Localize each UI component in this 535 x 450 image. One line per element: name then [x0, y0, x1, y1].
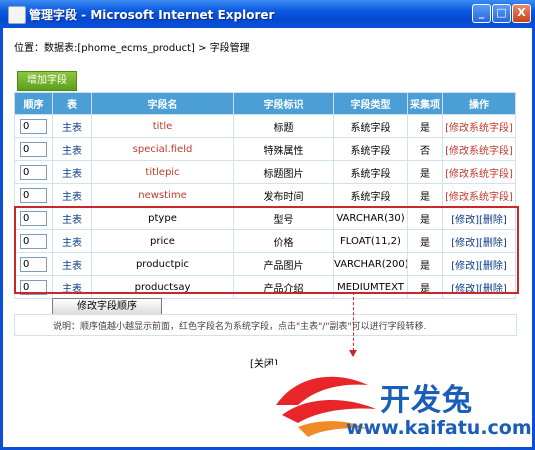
- table-row: 主表 title 标题 系统字段 是 [修改系统字段]: [14, 114, 516, 138]
- table-row: 主表 newstime 发布时间 系统字段 是 [修改系统字段]: [14, 183, 516, 207]
- field-type: VARCHAR(30): [333, 206, 408, 230]
- delete-field-link[interactable]: [删除]: [479, 215, 507, 226]
- title-bar[interactable]: 管理字段 - Microsoft Internet Explorer _ □ X: [0, 0, 535, 28]
- table-link[interactable]: 主表: [62, 261, 82, 272]
- table-row: 主表 special.field 特殊属性 系统字段 否 [修改系统字段]: [14, 137, 516, 161]
- order-input[interactable]: [20, 141, 47, 157]
- edit-system-field-link[interactable]: [修改系统字段]: [445, 146, 513, 157]
- order-input[interactable]: [20, 187, 47, 203]
- note-text: 说明：顺序值越小越显示前面，红色字段名为系统字段，点击"主表"/"副表"可以进行…: [53, 322, 427, 332]
- breadcrumb-table-link[interactable]: 数据表:[phome_ecms_product]: [44, 43, 195, 54]
- header-order: 顺序: [14, 92, 53, 115]
- collect-flag: 是: [407, 275, 443, 299]
- field-label: 标题图片: [233, 160, 334, 184]
- edit-system-field-link[interactable]: [修改系统字段]: [445, 192, 513, 203]
- delete-field-link[interactable]: [删除]: [479, 261, 507, 272]
- field-type: 系统字段: [333, 137, 408, 161]
- fields-table: 顺序 表 字段名 字段标识 字段类型 采集项 操作 主表 title 标题 系统…: [14, 92, 516, 299]
- edit-field-link[interactable]: [修改]: [451, 284, 479, 295]
- header-table: 表: [52, 92, 92, 115]
- collect-flag: 否: [407, 137, 443, 161]
- table-link[interactable]: 主表: [62, 238, 82, 249]
- field-label: 型号: [233, 206, 334, 230]
- header-field-name: 字段名: [91, 92, 234, 115]
- order-input[interactable]: [20, 210, 47, 226]
- ie-page-icon: [8, 6, 26, 24]
- breadcrumb: 位置：数据表:[phome_ecms_product] > 字段管理: [14, 39, 250, 54]
- field-name: special.field: [91, 137, 234, 161]
- collect-flag: 是: [407, 183, 443, 207]
- table-link[interactable]: 主表: [62, 215, 82, 226]
- watermark-brand: 开发兔: [380, 383, 473, 418]
- edit-field-link[interactable]: [修改]: [451, 238, 479, 249]
- annotation-arrow-line: [353, 292, 354, 356]
- watermark-url: www.kaifatu.com: [346, 417, 532, 439]
- field-type: 系统字段: [333, 114, 408, 138]
- close-window-button[interactable]: X: [512, 4, 531, 23]
- save-order-button[interactable]: 修改字段顺序: [52, 298, 162, 315]
- collect-flag: 是: [407, 114, 443, 138]
- collect-flag: 是: [407, 160, 443, 184]
- table-row: 主表 productpic 产品图片 VARCHAR(200) 是 [修改][删…: [14, 252, 516, 276]
- table-link[interactable]: 主表: [62, 192, 82, 203]
- delete-field-link[interactable]: [删除]: [479, 238, 507, 249]
- field-name: title: [91, 114, 234, 138]
- table-link[interactable]: 主表: [62, 146, 82, 157]
- breadcrumb-current[interactable]: 字段管理: [210, 43, 250, 54]
- edit-field-link[interactable]: [修改]: [451, 215, 479, 226]
- field-label: 产品介绍: [233, 275, 334, 299]
- watermark: 开发兔 www.kaifatu.com: [268, 365, 532, 447]
- field-label: 产品图片: [233, 252, 334, 276]
- collect-flag: 是: [407, 252, 443, 276]
- breadcrumb-prefix: 位置：: [14, 43, 44, 54]
- maximize-button[interactable]: □: [492, 4, 511, 23]
- field-name: price: [91, 229, 234, 253]
- order-input[interactable]: [20, 256, 47, 272]
- table-link[interactable]: 主表: [62, 123, 82, 134]
- field-name: titlepic: [91, 160, 234, 184]
- edit-system-field-link[interactable]: [修改系统字段]: [445, 123, 513, 134]
- ie-window: 管理字段 - Microsoft Internet Explorer _ □ X…: [0, 0, 535, 450]
- note-row: 说明：顺序值越小越显示前面，红色字段名为系统字段，点击"主表"/"副表"可以进行…: [14, 314, 517, 336]
- field-label: 发布时间: [233, 183, 334, 207]
- minimize-button[interactable]: _: [472, 4, 491, 23]
- field-type: 系统字段: [333, 183, 408, 207]
- breadcrumb-separator: >: [194, 43, 210, 54]
- annotation-arrow-head: [349, 350, 357, 357]
- order-input[interactable]: [20, 279, 47, 295]
- header-actions: 操作: [442, 92, 516, 115]
- table-row: 主表 titlepic 标题图片 系统字段 是 [修改系统字段]: [14, 160, 516, 184]
- collect-flag: 是: [407, 229, 443, 253]
- field-name: newstime: [91, 183, 234, 207]
- delete-field-link[interactable]: [删除]: [479, 284, 507, 295]
- table-link[interactable]: 主表: [62, 284, 82, 295]
- field-type: MEDIUMTEXT: [333, 275, 408, 299]
- field-type: FLOAT(11,2): [333, 229, 408, 253]
- order-input[interactable]: [20, 164, 47, 180]
- order-input[interactable]: [20, 233, 47, 249]
- field-label: 特殊属性: [233, 137, 334, 161]
- window-title: 管理字段 - Microsoft Internet Explorer: [29, 8, 275, 22]
- header-field-type: 字段类型: [333, 92, 408, 115]
- order-input[interactable]: [20, 118, 47, 134]
- header-field-label: 字段标识: [233, 92, 334, 115]
- header-collect: 采集项: [407, 92, 443, 115]
- page-content: 位置：数据表:[phome_ecms_product] > 字段管理 增加字段 …: [3, 28, 532, 447]
- table-row: 主表 price 价格 FLOAT(11,2) 是 [修改][删除]: [14, 229, 516, 253]
- field-name: productsay: [91, 275, 234, 299]
- table-link[interactable]: 主表: [62, 169, 82, 180]
- field-label: 标题: [233, 114, 334, 138]
- field-name: productpic: [91, 252, 234, 276]
- add-field-button[interactable]: 增加字段: [17, 71, 77, 91]
- table-row: 主表 productsay 产品介绍 MEDIUMTEXT 是 [修改][删除]: [14, 275, 516, 299]
- field-type: 系统字段: [333, 160, 408, 184]
- table-header-row: 顺序 表 字段名 字段标识 字段类型 采集项 操作: [14, 92, 516, 115]
- edit-field-link[interactable]: [修改]: [451, 261, 479, 272]
- field-label: 价格: [233, 229, 334, 253]
- table-row: 主表 ptype 型号 VARCHAR(30) 是 [修改][删除]: [14, 206, 516, 230]
- collect-flag: 是: [407, 206, 443, 230]
- field-name: ptype: [91, 206, 234, 230]
- edit-system-field-link[interactable]: [修改系统字段]: [445, 169, 513, 180]
- field-type: VARCHAR(200): [333, 252, 408, 276]
